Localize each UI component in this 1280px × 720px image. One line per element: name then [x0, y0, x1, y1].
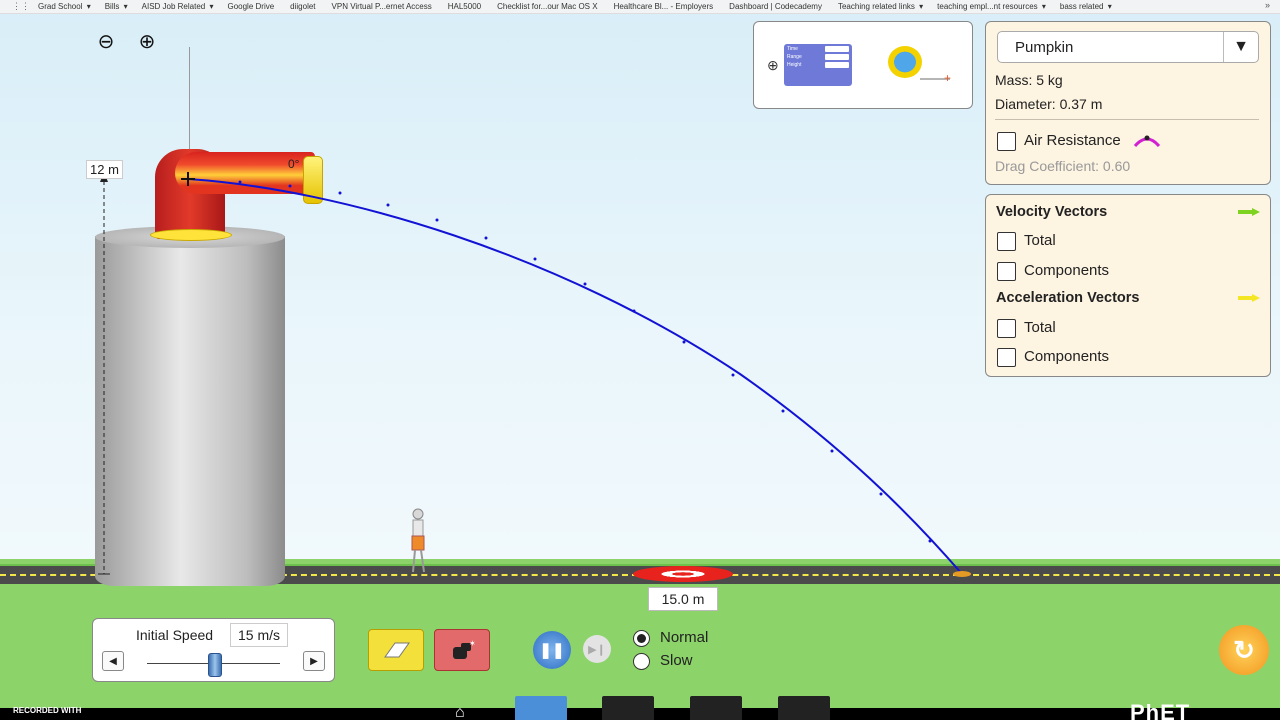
screen-tab-drag[interactable]	[690, 696, 742, 720]
air-resistance-icon	[1133, 135, 1161, 148]
readout-label: Height	[787, 62, 802, 68]
readout-value	[825, 46, 849, 52]
target[interactable]	[633, 566, 733, 582]
screen-tab-vectors[interactable]	[602, 696, 654, 720]
cannon-fire-icon: ✶	[453, 639, 476, 659]
vectors-panel: Velocity Vectors Total Components Accele…	[985, 194, 1271, 377]
target-distance[interactable]: 15.0 m	[648, 587, 718, 611]
readout-value	[825, 54, 849, 60]
speed-slider-thumb[interactable]	[207, 653, 222, 677]
reset-icon: ↻	[1233, 634, 1255, 665]
simulation-area: ⊖ ⊕ 0° 12 m 15.0 m ⊕ Time Range Height +…	[0, 14, 1280, 720]
readout-value	[825, 62, 849, 68]
bookmark-item[interactable]: AISD Job Related	[142, 2, 206, 11]
recorded-with-label: RECORDED WITH	[13, 706, 82, 715]
screen-tab-intro[interactable]	[515, 696, 567, 720]
readout-row: Range	[784, 52, 852, 60]
bookmark-item[interactable]: diigolet	[290, 2, 315, 11]
home-icon[interactable]: ⌂	[455, 704, 465, 720]
readout-tool[interactable]: Time Range Height	[784, 44, 852, 86]
divider	[995, 119, 1259, 120]
projectile-select[interactable]: Pumpkin ▼	[997, 31, 1259, 63]
bookmark-item[interactable]: Google Drive	[227, 2, 274, 11]
chevron-down-icon: ▾	[121, 2, 128, 11]
acceleration-components-checkbox[interactable]	[997, 348, 1016, 367]
chevron-down-icon: ▾	[1105, 2, 1112, 11]
pause-button[interactable]: ❚❚	[533, 631, 571, 669]
more-bookmarks-icon[interactable]: »	[1265, 0, 1270, 10]
tape-end-icon[interactable]: +	[944, 71, 951, 85]
readout-row: Time	[784, 44, 852, 52]
air-resistance-checkbox[interactable]	[997, 132, 1016, 151]
eraser-icon	[384, 642, 410, 658]
speed-slow-label: Slow	[660, 652, 693, 669]
speed-slow-radio[interactable]	[633, 653, 650, 670]
bookmark-item[interactable]: VPN Virtual P...ernet Access	[332, 2, 432, 11]
bookmarks-bar: ⋮⋮ Grad School ▾ Bills ▾ AISD Job Related …	[0, 0, 1280, 14]
readout-row: Height	[784, 60, 852, 68]
speed-increase-button[interactable]: ▶	[303, 651, 325, 671]
readout-label: Range	[787, 54, 802, 60]
velocity-vectors-heading: Velocity Vectors	[996, 204, 1108, 220]
velocity-total-checkbox[interactable]	[997, 232, 1016, 251]
speed-normal-radio[interactable]	[633, 630, 650, 647]
reset-button[interactable]: ↻	[1219, 625, 1269, 675]
air-resistance-label: Air Resistance	[1024, 132, 1121, 149]
fire-button[interactable]: ✶	[434, 629, 490, 671]
screen-tab-lab[interactable]	[778, 696, 830, 720]
acceleration-total-label: Total	[1024, 319, 1056, 336]
bookmark-item[interactable]: Teaching related links	[838, 2, 915, 11]
tools-panel: ⊕ Time Range Height +	[753, 21, 973, 109]
step-button[interactable]: ▶❙	[583, 635, 611, 663]
acceleration-components-label: Components	[1024, 348, 1110, 365]
speed-normal-label: Normal	[660, 629, 709, 646]
chevron-down-icon: ▾	[1039, 2, 1046, 11]
svg-text:✶: ✶	[469, 639, 476, 648]
bookmark-item[interactable]: Checklist for...our Mac OS X	[497, 2, 597, 11]
eraser-button[interactable]	[368, 629, 424, 671]
projectile-panel: Pumpkin ▼ Mass: 5 kg Diameter: 0.37 m Ai…	[985, 21, 1271, 185]
velocity-total-label: Total	[1024, 232, 1056, 249]
acceleration-vectors-heading: Acceleration Vectors	[996, 290, 1140, 306]
person-figure	[411, 508, 425, 573]
bookmark-item[interactable]: Dashboard | Codecademy	[729, 2, 822, 11]
readout-label: Time	[787, 46, 798, 52]
measuring-tape-icon[interactable]	[888, 46, 922, 78]
bookmark-item[interactable]: HAL5000	[448, 2, 481, 11]
acceleration-total-checkbox[interactable]	[997, 319, 1016, 338]
bookmark-item[interactable]: Bills	[105, 2, 120, 11]
bookmark-item[interactable]: teaching empl...nt resources	[937, 2, 1038, 11]
chevron-down-icon: ▾	[916, 2, 924, 11]
crosshair-icon[interactable]: ⊕	[767, 57, 779, 74]
velocity-components-checkbox[interactable]	[997, 262, 1016, 281]
bookmark-item[interactable]: Healthcare Bl... - Employers	[614, 2, 714, 11]
phet-logo[interactable]: PhET	[1130, 700, 1190, 720]
dropdown-arrow-icon[interactable]: ▼	[1223, 32, 1258, 62]
velocity-arrow-icon	[1238, 208, 1260, 216]
initial-speed-panel: Initial Speed 15 m/s ◀ ▶	[92, 618, 335, 682]
drag-coefficient-label: Drag Coefficient: 0.60	[995, 158, 1131, 174]
velocity-components-label: Components	[1024, 262, 1110, 279]
bookmark-item[interactable]: bass related	[1060, 2, 1104, 11]
chevron-down-icon: ▾	[207, 2, 214, 11]
speed-decrease-button[interactable]: ◀	[102, 651, 124, 671]
mass-label: Mass: 5 kg	[995, 72, 1063, 88]
initial-speed-value: 15 m/s	[230, 623, 288, 647]
apps-icon[interactable]: ⋮⋮	[12, 1, 30, 12]
projectile-select-value: Pumpkin	[1015, 38, 1074, 56]
acceleration-arrow-icon	[1238, 294, 1260, 302]
bookmark-item[interactable]: Grad School	[38, 2, 82, 11]
initial-speed-label: Initial Speed	[136, 627, 214, 643]
chevron-down-icon: ▾	[84, 2, 91, 11]
diameter-label: Diameter: 0.37 m	[995, 96, 1103, 112]
